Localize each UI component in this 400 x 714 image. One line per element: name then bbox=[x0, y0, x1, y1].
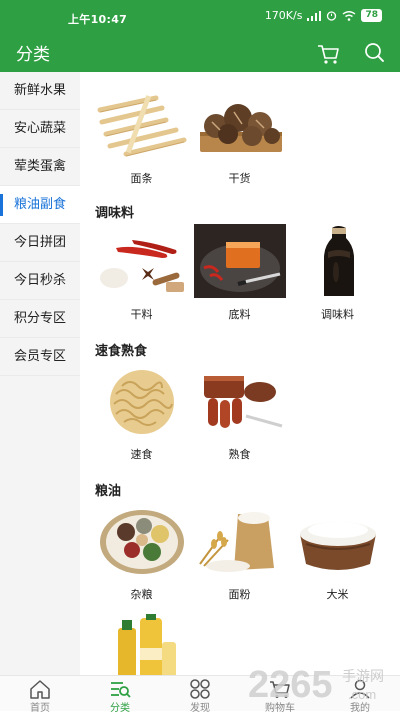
category-item-mixed-grains[interactable]: 杂粮 bbox=[94, 504, 189, 602]
sidebar-item-vegetables[interactable]: 安心蔬菜 bbox=[0, 110, 80, 148]
flour-image bbox=[193, 504, 286, 578]
category-item-flour[interactable]: 面粉 bbox=[192, 504, 287, 602]
watermark-logo: 2265 手游网 .com bbox=[248, 664, 384, 706]
rice-image bbox=[291, 504, 384, 578]
category-item-dried-goods[interactable]: 干货 bbox=[192, 88, 287, 186]
category-item-dry-spices[interactable]: 干料 bbox=[94, 224, 189, 322]
category-icon bbox=[111, 682, 131, 698]
cooking-oil-image bbox=[95, 614, 188, 675]
sidebar-item-points[interactable]: 积分专区 bbox=[0, 300, 80, 338]
sidebar-item-grain-oil[interactable]: 粮油副食 bbox=[0, 186, 80, 224]
nav-label: 分类 bbox=[110, 703, 130, 714]
app-bar: 分类 bbox=[0, 34, 400, 72]
category-item-label: 杂粮 bbox=[130, 588, 153, 601]
wifi-icon bbox=[343, 10, 356, 21]
category-item-label: 底料 bbox=[228, 308, 251, 321]
battery-icon: 78 bbox=[361, 9, 382, 22]
alarm-icon bbox=[327, 11, 337, 21]
home-icon bbox=[30, 680, 50, 699]
category-item-hotpot-base[interactable]: 底料 bbox=[192, 224, 287, 322]
page-title: 分类 bbox=[16, 45, 50, 65]
signal-icon bbox=[307, 10, 322, 21]
category-item-label: 速食 bbox=[130, 448, 153, 461]
sidebar-item-label: 新鲜水果 bbox=[13, 83, 66, 98]
sidebar-item-label: 今日秒杀 bbox=[13, 273, 66, 288]
nav-label: 发现 bbox=[190, 703, 210, 714]
instant-noodles-image bbox=[95, 364, 188, 438]
category-item-cooking-oil[interactable] bbox=[94, 614, 189, 675]
sidebar-item-meat-eggs[interactable]: 荤类蛋禽 bbox=[0, 148, 80, 186]
sidebar-item-group-buy[interactable]: 今日拼团 bbox=[0, 224, 80, 262]
category-item-label: 调味料 bbox=[321, 308, 354, 321]
category-item-noodles[interactable]: 面条 bbox=[94, 88, 189, 186]
discover-icon bbox=[190, 679, 210, 699]
status-bar: 上午10:47 170K/s 78 bbox=[0, 0, 400, 34]
watermark-suffix: 手游网 bbox=[342, 669, 384, 685]
sidebar-item-label: 安心蔬菜 bbox=[13, 121, 66, 136]
status-time: 上午10:47 bbox=[68, 13, 128, 26]
sidebar-item-label: 积分专区 bbox=[13, 311, 66, 326]
soy-sauce-image bbox=[291, 224, 384, 298]
category-item-rice[interactable]: 大米 bbox=[290, 504, 385, 602]
category-item-label: 大米 bbox=[326, 588, 349, 601]
status-icons: 170K/s 78 bbox=[265, 9, 382, 22]
category-item-label: 干货 bbox=[228, 172, 251, 185]
category-item-instant-food[interactable]: 速食 bbox=[94, 364, 189, 462]
category-sidebar: 新鲜水果 安心蔬菜 荤类蛋禽 粮油副食 今日拼团 今日秒杀 积分专区 会员专区 bbox=[0, 72, 80, 675]
hotpot-base-image bbox=[193, 224, 286, 298]
noodles-image bbox=[95, 88, 188, 162]
nav-label: 首页 bbox=[30, 703, 50, 714]
network-speed: 170K/s bbox=[264, 9, 303, 22]
sidebar-item-fresh-fruit[interactable]: 新鲜水果 bbox=[0, 72, 80, 110]
sidebar-item-label: 今日拼团 bbox=[13, 235, 66, 250]
nav-category[interactable]: 分类 bbox=[80, 676, 160, 714]
dry-spices-image bbox=[95, 224, 188, 298]
cooked-meat-image bbox=[193, 364, 286, 438]
dried-goods-image bbox=[193, 88, 286, 162]
cart-icon[interactable] bbox=[315, 40, 341, 66]
watermark-domain: .com bbox=[348, 687, 376, 702]
search-icon[interactable] bbox=[362, 40, 388, 66]
section-title-seasoning: 调味料 bbox=[95, 206, 135, 221]
section-title-instant-food: 速食熟食 bbox=[95, 344, 148, 359]
category-item-label: 熟食 bbox=[228, 448, 251, 461]
nav-home[interactable]: 首页 bbox=[0, 676, 80, 714]
section-title-grain-oil: 粮油 bbox=[95, 484, 122, 499]
sidebar-item-flash-sale[interactable]: 今日秒杀 bbox=[0, 262, 80, 300]
category-content: 面条 干货 调味料 干料 底料 调味料 速食熟食 速食 熟食 粮油 杂粮 面粉 … bbox=[80, 72, 400, 675]
category-item-label: 干料 bbox=[130, 308, 153, 321]
watermark-text: 2265 bbox=[248, 664, 333, 706]
category-item-cooked-food[interactable]: 熟食 bbox=[192, 364, 287, 462]
sidebar-item-label: 荤类蛋禽 bbox=[13, 159, 66, 174]
category-item-label: 面粉 bbox=[228, 588, 251, 601]
nav-discover[interactable]: 发现 bbox=[160, 676, 240, 714]
category-item-condiments[interactable]: 调味料 bbox=[290, 224, 385, 322]
mixed-grains-image bbox=[95, 504, 188, 578]
sidebar-item-label: 粮油副食 bbox=[13, 197, 66, 212]
category-item-label: 面条 bbox=[130, 172, 153, 185]
sidebar-item-label: 会员专区 bbox=[13, 349, 66, 364]
sidebar-item-members[interactable]: 会员专区 bbox=[0, 338, 80, 376]
